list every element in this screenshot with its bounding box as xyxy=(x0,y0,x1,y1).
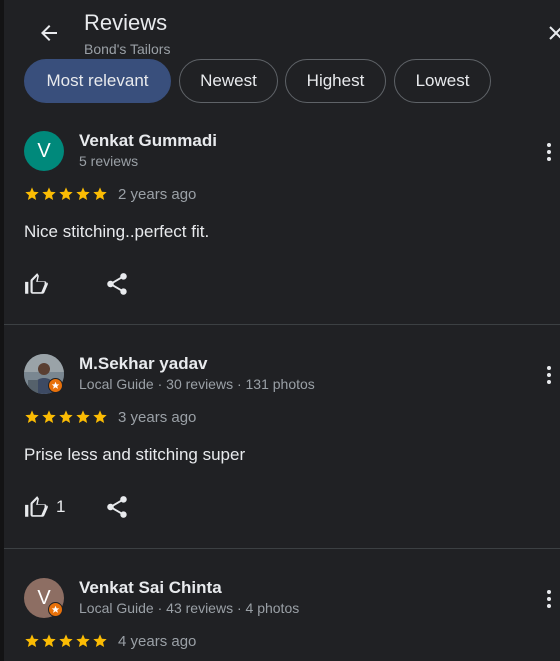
star-icon xyxy=(42,634,56,647)
star-rating xyxy=(24,633,108,649)
star-icon xyxy=(59,634,73,647)
review-date: 4 years ago xyxy=(118,633,197,650)
reviewer-meta: Local Guide · 43 reviews · 4 photos xyxy=(79,600,300,616)
star-badge-icon xyxy=(51,605,60,613)
local-guide-badge xyxy=(48,602,63,617)
star-icon xyxy=(93,634,107,647)
review-card: V Venkat Sai Chinta Local Guide · 43 rev… xyxy=(4,0,560,661)
star-icon xyxy=(25,634,39,647)
more-options-button[interactable] xyxy=(542,587,556,611)
star-icon xyxy=(76,634,90,647)
reviewer-name[interactable]: Venkat Sai Chinta xyxy=(79,578,222,598)
